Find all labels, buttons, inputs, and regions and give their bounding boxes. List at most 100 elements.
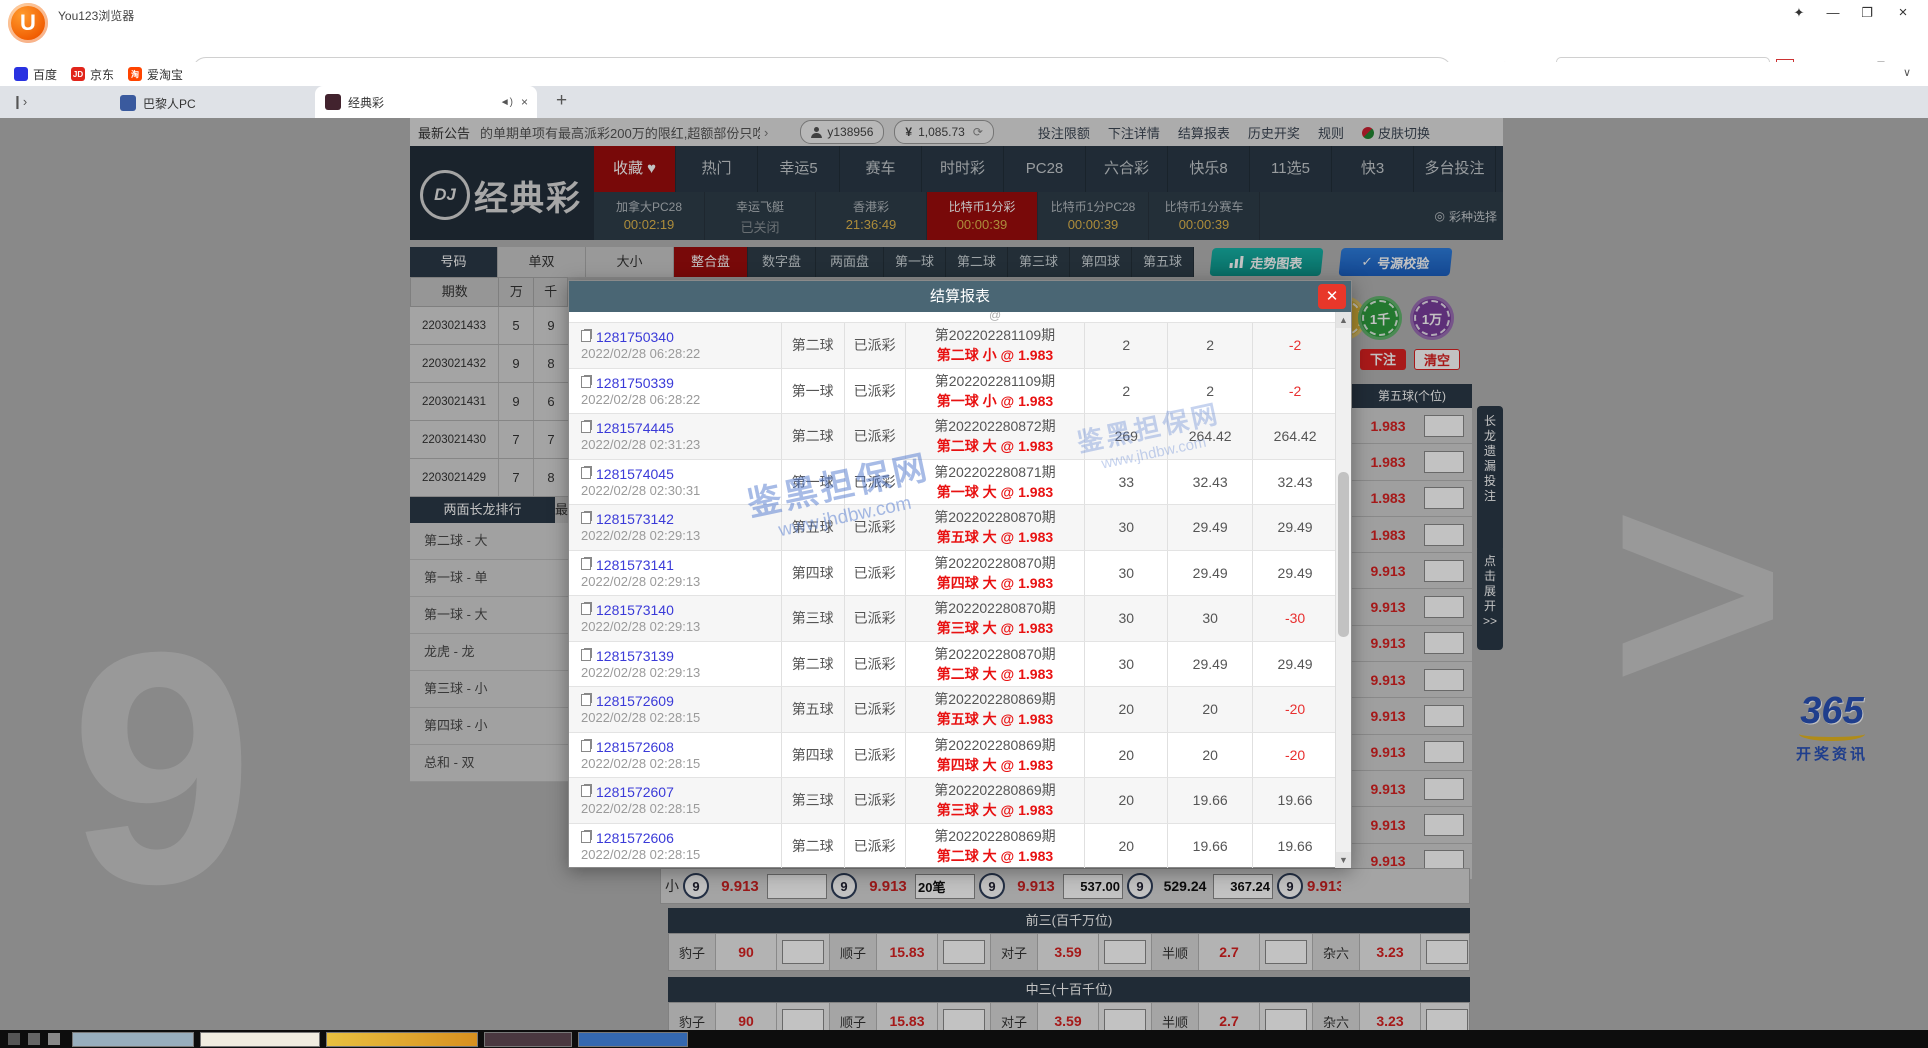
modal-scrollbar[interactable]: ▲ ▼ — [1335, 312, 1351, 868]
close-icon[interactable]: ✕ — [1318, 284, 1346, 309]
window-preview[interactable] — [200, 1032, 320, 1047]
settlement-row: 1281572608 2022/02/28 02:28:15 第四球 已派彩 第… — [569, 733, 1337, 779]
bet-id-link[interactable]: 1281574445 — [596, 420, 674, 436]
bookmark-item[interactable]: JD 京东 — [71, 66, 114, 83]
bet-time: 2022/02/28 06:28:22 — [581, 392, 700, 407]
close-window-button[interactable]: × — [1890, 3, 1916, 23]
tab-close-icon[interactable]: × — [521, 95, 528, 109]
bet-id-link[interactable]: 1281573139 — [596, 648, 674, 664]
copy-icon[interactable] — [581, 831, 591, 843]
scroll-up-icon[interactable]: ▲ — [1336, 312, 1351, 328]
payout-cell: 264.42 — [1168, 414, 1253, 459]
tab-list-expander-icon[interactable]: ❙› — [12, 94, 27, 110]
window-preview[interactable] — [484, 1032, 572, 1047]
settlement-table: @ 1281750340 2022/02/28 06:28:22 第二球 已派彩… — [569, 312, 1337, 868]
tab-classic-lottery[interactable]: 经典彩 ◄) × — [315, 86, 537, 118]
new-tab-button[interactable]: + — [556, 90, 567, 112]
bet-text: 第一球 小 @ 1.983 — [937, 391, 1053, 411]
bet-id-link[interactable]: 1281572608 — [596, 739, 674, 755]
copy-icon[interactable] — [581, 558, 591, 570]
bookmarks-overflow-icon[interactable]: ∨ — [1894, 62, 1920, 84]
taskbar-icon[interactable] — [28, 1033, 40, 1045]
bet-id-link[interactable]: 1281572607 — [596, 784, 674, 800]
profit-cell: 29.49 — [1253, 551, 1337, 596]
bookmark-item[interactable]: 淘 爱淘宝 — [128, 66, 183, 83]
amount-cell: 30 — [1085, 505, 1168, 550]
amount-cell: 30 — [1085, 551, 1168, 596]
bet-id-link[interactable]: 1281573142 — [596, 511, 674, 527]
bet-id-link[interactable]: 1281750339 — [596, 375, 674, 391]
bet-info-cell: 1281574045 2022/02/28 02:30:31 — [569, 460, 782, 505]
window-preview[interactable] — [72, 1032, 194, 1047]
taskbar-icon[interactable] — [8, 1033, 20, 1045]
bet-id-link[interactable]: 1281750340 — [596, 329, 674, 345]
bet-text: 第四球 大 @ 1.983 — [937, 755, 1053, 775]
bet-text: 第三球 大 @ 1.983 — [937, 618, 1053, 638]
scroll-thumb[interactable] — [1338, 472, 1349, 637]
copy-icon[interactable] — [581, 421, 591, 433]
bet-text: 第五球 大 @ 1.983 — [937, 527, 1053, 547]
profit-cell: -2 — [1253, 369, 1337, 414]
bet-id-link[interactable]: 1281573140 — [596, 602, 674, 618]
bet-desc-cell: 第202202280869期 第四球 大 @ 1.983 — [906, 733, 1086, 778]
payout-cell: 2 — [1168, 369, 1253, 414]
profit-cell: 32.43 — [1253, 460, 1337, 505]
bet-time: 2022/02/28 02:29:13 — [581, 574, 700, 589]
copy-icon[interactable] — [581, 649, 591, 661]
bet-time: 2022/02/28 02:31:23 — [581, 437, 700, 452]
profit-cell: -30 — [1253, 596, 1337, 641]
copy-icon[interactable] — [581, 694, 591, 706]
bookmark-favicon: 淘 — [128, 67, 142, 81]
copy-icon[interactable] — [581, 603, 591, 615]
bet-desc-cell: 第202202280870期 第三球 大 @ 1.983 — [906, 596, 1086, 641]
settlement-row: 1281572606 2022/02/28 02:28:15 第二球 已派彩 第… — [569, 824, 1337, 869]
ball-cell: 第二球 — [782, 414, 845, 459]
copy-icon[interactable] — [581, 785, 591, 797]
tab-favicon — [120, 95, 136, 111]
status-cell: 已派彩 — [845, 551, 906, 596]
bet-id-link[interactable]: 1281574045 — [596, 466, 674, 482]
bet-id-link[interactable]: 1281572609 — [596, 693, 674, 709]
settlement-row: 1281574445 2022/02/28 02:31:23 第二球 已派彩 第… — [569, 414, 1337, 460]
bet-time: 2022/02/28 02:28:15 — [581, 756, 700, 771]
copy-icon[interactable] — [581, 740, 591, 752]
bet-id-link[interactable]: 1281572606 — [596, 830, 674, 846]
settlement-row: 1281573142 2022/02/28 02:29:13 第五球 已派彩 第… — [569, 505, 1337, 551]
amount-cell: 33 — [1085, 460, 1168, 505]
profit-cell: -20 — [1253, 687, 1337, 732]
bet-id-link[interactable]: 1281573141 — [596, 557, 674, 573]
payout-cell: 30 — [1168, 596, 1253, 641]
copy-icon[interactable] — [581, 376, 591, 388]
profit-cell: 264.42 — [1253, 414, 1337, 459]
tab-parisian-pc[interactable]: 巴黎人PC — [110, 88, 310, 118]
bookmark-item[interactable]: 百度 — [14, 66, 57, 83]
browser-toolbar: ‹ › ⟳ ⌂ 安全 p.cpqlzpor.com/Home/IndexNew#… — [0, 26, 1928, 62]
restore-button[interactable]: ❐ — [1854, 3, 1880, 23]
bet-info-cell: 1281573142 2022/02/28 02:29:13 — [569, 505, 782, 550]
period-text: 第202202280870期 — [934, 507, 1055, 527]
period-text: 第202202280869期 — [934, 735, 1055, 755]
copy-icon[interactable] — [581, 467, 591, 479]
status-cell: 已派彩 — [845, 323, 906, 368]
period-text: 第202202280869期 — [934, 689, 1055, 709]
window-preview[interactable] — [578, 1032, 688, 1047]
amount-cell: 30 — [1085, 642, 1168, 687]
copy-icon[interactable] — [581, 512, 591, 524]
period-text: 第202202280869期 — [934, 780, 1055, 800]
bookmarks-bar: 百度 JD 京东 淘 爱淘宝 — [0, 62, 1928, 87]
skin-theme-icon[interactable]: ✦ — [1786, 3, 1812, 23]
bet-desc-cell: 第202202281109期 第一球 小 @ 1.983 — [906, 369, 1086, 414]
bet-desc-cell: 第202202280869期 第二球 大 @ 1.983 — [906, 824, 1086, 869]
bet-text: 第二球 大 @ 1.983 — [937, 664, 1053, 684]
taskbar-icon[interactable] — [48, 1033, 60, 1045]
tab-audio-icon[interactable]: ◄) — [500, 97, 513, 108]
amount-cell: 2 — [1085, 369, 1168, 414]
tab-favicon — [325, 94, 341, 110]
payout-cell: 20 — [1168, 733, 1253, 778]
minimize-button[interactable]: — — [1820, 3, 1846, 23]
copy-icon[interactable] — [581, 330, 591, 342]
scroll-down-icon[interactable]: ▼ — [1336, 852, 1351, 868]
bet-info-cell: 1281750339 2022/02/28 06:28:22 — [569, 369, 782, 414]
ball-cell: 第二球 — [782, 642, 845, 687]
window-preview[interactable] — [326, 1032, 478, 1047]
